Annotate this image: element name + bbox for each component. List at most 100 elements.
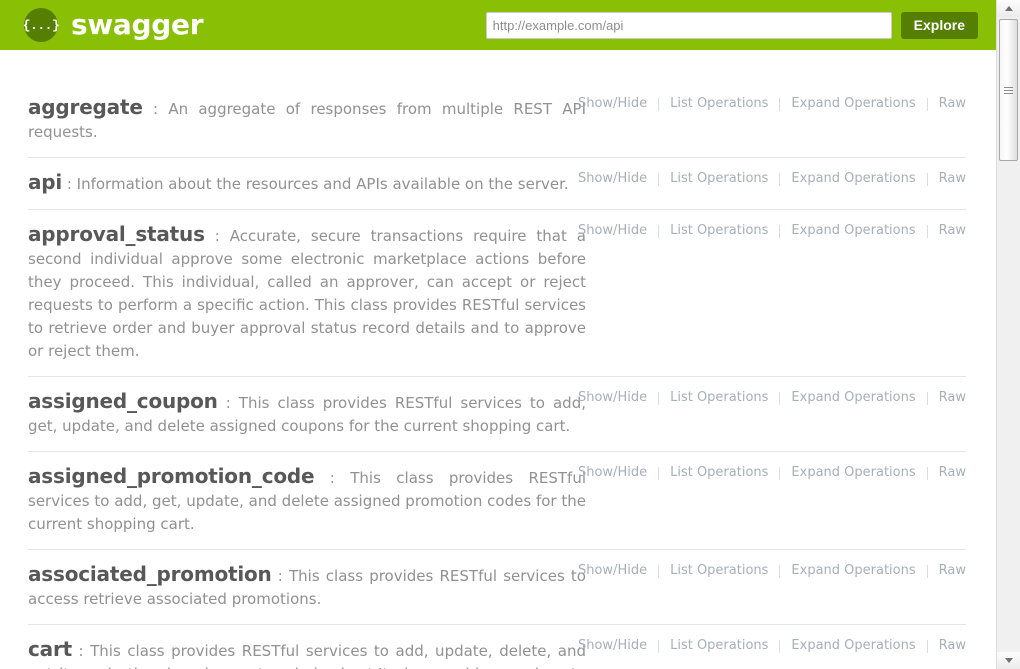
option-item: Raw [916, 465, 966, 481]
resource-heading: cart : This class provides RESTful servi… [28, 638, 586, 669]
resource-name-link[interactable]: associated_promotion [28, 562, 272, 586]
option-item: Show/Hide [578, 223, 647, 239]
resource-heading: approval_status : Accurate, secure trans… [28, 223, 586, 363]
option-item: Show/Hide [578, 465, 647, 481]
resource-options: Show/Hide List Operations Expand Operation… [578, 563, 966, 579]
resource-options: Show/Hide List Operations Expand Operation… [578, 465, 966, 481]
resource-row: associated_promotion : This class provid… [28, 549, 966, 624]
option-item: Expand Operations [768, 96, 915, 112]
link-show-hide[interactable]: Show/Hide [578, 638, 647, 654]
link-list-operations[interactable]: List Operations [670, 171, 768, 187]
vertical-scrollbar[interactable] [996, 0, 1020, 669]
swagger-brand[interactable]: {...} swagger [24, 8, 203, 42]
resource-options: Show/Hide List Operations Expand Operation… [578, 96, 966, 112]
resource-options: Show/Hide List Operations Expand Operation… [578, 171, 966, 187]
option-item: Expand Operations [768, 638, 915, 654]
option-item: Expand Operations [768, 390, 915, 406]
link-list-operations[interactable]: List Operations [670, 465, 768, 481]
option-item: Expand Operations [768, 223, 915, 239]
link-show-hide[interactable]: Show/Hide [578, 171, 647, 187]
resource-row: api : Information about the resources an… [28, 157, 966, 209]
link-raw[interactable]: Raw [939, 171, 966, 187]
link-list-operations[interactable]: List Operations [670, 390, 768, 406]
scrollbar-thumb[interactable] [999, 19, 1018, 161]
resource-heading: associated_promotion : This class provid… [28, 563, 586, 611]
swagger-ui-page: {...} swagger Explore aggregate : An agg… [0, 0, 1020, 669]
link-show-hide[interactable]: Show/Hide [578, 96, 647, 112]
option-item: Raw [916, 223, 966, 239]
resource-name-link[interactable]: approval_status [28, 222, 205, 246]
resource-separator: : [205, 227, 230, 245]
option-item: Show/Hide [578, 563, 647, 579]
resource-description: Accurate, secure transactions require th… [28, 227, 586, 360]
link-raw[interactable]: Raw [939, 638, 966, 654]
option-item: List Operations [647, 390, 768, 406]
resource-separator: : [272, 567, 289, 585]
scroll-down-arrow-icon[interactable] [997, 652, 1020, 669]
resource-separator: : [72, 642, 90, 660]
link-raw[interactable]: Raw [939, 96, 966, 112]
scroll-viewport: {...} swagger Explore aggregate : An agg… [0, 0, 996, 669]
triangle-down-icon [1005, 658, 1013, 663]
resource-description: Information about the resources and APIs… [77, 175, 569, 193]
option-item: Expand Operations [768, 171, 915, 187]
triangle-up-icon [1005, 6, 1013, 11]
link-show-hide[interactable]: Show/Hide [578, 465, 647, 481]
link-expand-operations[interactable]: Expand Operations [791, 390, 915, 406]
resource-heading: assigned_promotion_code : This class pro… [28, 465, 586, 536]
scroll-up-arrow-icon[interactable] [997, 0, 1020, 17]
link-list-operations[interactable]: List Operations [670, 223, 768, 239]
option-item: List Operations [647, 171, 768, 187]
resource-description: This class provides RESTful services to … [28, 642, 586, 669]
logo-glyph: {...} [23, 19, 60, 32]
link-show-hide[interactable]: Show/Hide [578, 223, 647, 239]
resource-row: aggregate : An aggregate of responses fr… [28, 50, 966, 157]
option-item: Expand Operations [768, 563, 915, 579]
resource-name-link[interactable]: assigned_coupon [28, 389, 218, 413]
option-item: Expand Operations [768, 465, 915, 481]
link-expand-operations[interactable]: Expand Operations [791, 563, 915, 579]
resource-name-link[interactable]: api [28, 170, 62, 194]
resource-name-link[interactable]: cart [28, 637, 72, 661]
option-item: Show/Hide [578, 638, 647, 654]
link-show-hide[interactable]: Show/Hide [578, 563, 647, 579]
explore-button[interactable]: Explore [901, 12, 978, 39]
option-item: List Operations [647, 223, 768, 239]
option-item: Show/Hide [578, 96, 647, 112]
link-expand-operations[interactable]: Expand Operations [791, 638, 915, 654]
link-list-operations[interactable]: List Operations [670, 96, 768, 112]
option-item: Raw [916, 96, 966, 112]
link-expand-operations[interactable]: Expand Operations [791, 171, 915, 187]
option-item: List Operations [647, 465, 768, 481]
option-item: Raw [916, 171, 966, 187]
link-expand-operations[interactable]: Expand Operations [791, 223, 915, 239]
link-show-hide[interactable]: Show/Hide [578, 390, 647, 406]
grip-lines-icon [1004, 85, 1013, 96]
link-raw[interactable]: Raw [939, 390, 966, 406]
link-raw[interactable]: Raw [939, 465, 966, 481]
resource-row: approval_status : Accurate, secure trans… [28, 209, 966, 376]
link-list-operations[interactable]: List Operations [670, 563, 768, 579]
link-raw[interactable]: Raw [939, 223, 966, 239]
link-list-operations[interactable]: List Operations [670, 638, 768, 654]
link-expand-operations[interactable]: Expand Operations [791, 465, 915, 481]
option-item: Raw [916, 390, 966, 406]
resource-heading: api : Information about the resources an… [28, 171, 586, 196]
resource-heading: assigned_coupon : This class provides RE… [28, 390, 586, 438]
resource-list: aggregate : An aggregate of responses fr… [28, 50, 966, 669]
option-item: Raw [916, 638, 966, 654]
option-item: Show/Hide [578, 390, 647, 406]
resource-name-link[interactable]: aggregate [28, 95, 143, 119]
resource-heading: aggregate : An aggregate of responses fr… [28, 96, 586, 144]
link-expand-operations[interactable]: Expand Operations [791, 96, 915, 112]
resources-container: aggregate : An aggregate of responses fr… [0, 50, 996, 669]
swagger-braces-icon: {...} [24, 8, 58, 42]
brand-title: swagger [71, 11, 203, 39]
resource-separator: : [62, 175, 77, 193]
api-selector: Explore [486, 0, 978, 50]
base-url-input[interactable] [486, 12, 892, 39]
link-raw[interactable]: Raw [939, 563, 966, 579]
resource-row: assigned_coupon : This class provides RE… [28, 376, 966, 451]
resource-name-link[interactable]: assigned_promotion_code [28, 464, 314, 488]
option-item: Raw [916, 563, 966, 579]
